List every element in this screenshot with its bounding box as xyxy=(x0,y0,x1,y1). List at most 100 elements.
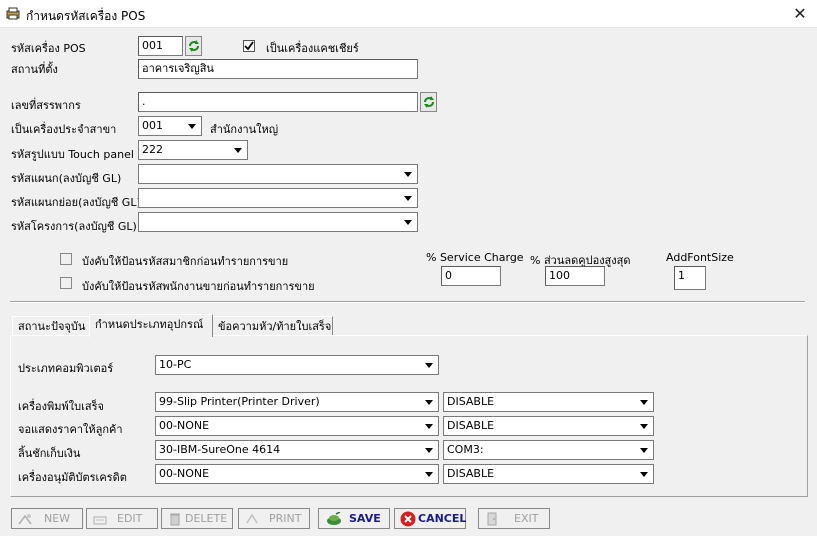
trash-icon xyxy=(170,513,180,526)
chevron-down-icon[interactable] xyxy=(422,466,437,482)
exit-button[interactable]: EXIT xyxy=(478,508,550,529)
new-button-label: NEW xyxy=(44,512,71,525)
computer-type-select-value: 10-PC xyxy=(159,358,192,371)
cashier-machine-label: เป็นเครื่องแคชเชียร์ xyxy=(266,42,359,55)
branch-select-value: 001 xyxy=(142,119,163,132)
print-icon xyxy=(246,513,258,524)
add-font-size-label: AddFontSize xyxy=(666,251,734,264)
receipt-printer-port-select[interactable]: DISABLE xyxy=(443,392,654,412)
print-button-label: PRINT xyxy=(269,512,302,525)
computer-type-select[interactable]: 10-PC xyxy=(155,355,439,375)
sub-department-select[interactable] xyxy=(138,188,418,208)
chevron-down-icon[interactable] xyxy=(422,394,437,410)
tax-no-label: เลขที่สรรพากร xyxy=(11,99,81,112)
touch-panel-select-value: 222 xyxy=(142,143,163,156)
branch-label: เป็นเครื่องประจำสาขา xyxy=(11,123,117,136)
new-button[interactable]: NEW xyxy=(11,508,83,529)
computer-type-label: ประเภทคอมพิวเตอร์ xyxy=(18,362,114,375)
chevron-down-icon[interactable] xyxy=(422,357,437,373)
chevron-down-icon[interactable] xyxy=(422,442,437,458)
chevron-down-icon[interactable] xyxy=(231,142,246,158)
save-button[interactable]: SAVE xyxy=(318,508,390,529)
refresh-icon xyxy=(424,96,434,108)
app-icon xyxy=(6,7,20,20)
cash-drawer-select[interactable]: 30-IBM-SureOne 4614 xyxy=(155,440,439,460)
credit-terminal-select[interactable]: 00-NONE xyxy=(155,464,439,484)
credit-terminal-label: เครื่องอนุมัติบัตรเครดิต xyxy=(18,471,127,484)
require-salesperson-label: บังคับให้ป้อนรหัสพนักงานขายก่อนทำรายการข… xyxy=(82,280,315,293)
tax-no-input[interactable]: . xyxy=(138,92,418,112)
customer-display-select-value: 00-NONE xyxy=(159,419,210,432)
customer-display-select[interactable]: 00-NONE xyxy=(155,416,439,436)
receipt-printer-select-value: 99-Slip Printer(Printer Driver) xyxy=(159,395,320,408)
pos-code-label: รหัสเครื่อง POS xyxy=(11,42,86,55)
location-input[interactable]: อาคารเจริญสิน xyxy=(138,59,418,79)
close-icon[interactable]: ✕ xyxy=(786,3,814,25)
credit-terminal-port-select[interactable]: DISABLE xyxy=(443,464,654,484)
chevron-down-icon[interactable] xyxy=(637,418,652,434)
branch-select[interactable]: 001 xyxy=(138,116,202,136)
tab-device-types[interactable]: กำหนดประเภทอุปกรณ์ xyxy=(89,314,213,337)
chevron-down-icon[interactable] xyxy=(401,214,416,230)
cashier-machine-checkbox[interactable] xyxy=(243,40,255,52)
receipt-printer-select[interactable]: 99-Slip Printer(Printer Driver) xyxy=(155,392,439,412)
cash-drawer-port-select[interactable]: COM3: xyxy=(443,440,654,460)
cash-drawer-select-value: 30-IBM-SureOne 4614 xyxy=(159,443,281,456)
tab-current-status[interactable]: สถานะปัจจุบัน xyxy=(12,316,90,337)
credit-terminal-select-value: 00-NONE xyxy=(159,467,210,480)
chevron-down-icon[interactable] xyxy=(422,418,437,434)
add-font-size-input[interactable]: 1 xyxy=(674,266,706,290)
receipt-printer-port-value: DISABLE xyxy=(447,395,495,408)
exit-button-label: EXIT xyxy=(514,512,539,525)
sub-department-label: รหัสแผนกย่อย(ลงบัญชี GL) xyxy=(11,196,141,209)
edit-button-label: EDIT xyxy=(117,512,143,525)
new-icon xyxy=(18,514,32,525)
edit-icon xyxy=(93,516,107,525)
branch-name: สำนักงานใหญ่ xyxy=(210,123,279,136)
department-select[interactable] xyxy=(138,164,418,184)
cash-drawer-port-value: COM3: xyxy=(447,443,484,456)
customer-display-port-value: DISABLE xyxy=(447,419,495,432)
delete-button-label: DELETE xyxy=(185,512,228,525)
title-bar: กำหนดรหัสเครื่อง POS ✕ xyxy=(0,0,817,28)
save-icon xyxy=(327,512,341,525)
tax-no-refresh-button[interactable] xyxy=(420,92,437,112)
pos-code-input[interactable]: 001 xyxy=(138,36,183,56)
chevron-down-icon[interactable] xyxy=(401,166,416,182)
cancel-button[interactable]: CANCEL xyxy=(394,508,466,529)
chevron-down-icon[interactable] xyxy=(637,466,652,482)
tab-receipt-header-footer[interactable]: ข้อความหัว/ท้ายใบเสร็จ xyxy=(212,316,333,337)
project-label: รหัสโครงการ(ลงบัญชี GL) xyxy=(11,220,137,233)
delete-button[interactable]: DELETE xyxy=(161,508,233,529)
location-label: สถานที่ตั้ง xyxy=(11,63,58,76)
require-member-label: บังคับให้ป้อนรหัสสมาชิกก่อนทำรายการขาย xyxy=(82,255,289,268)
save-button-label: SAVE xyxy=(349,512,381,525)
cancel-icon xyxy=(400,511,416,527)
service-charge-label: % Service Charge xyxy=(426,251,524,264)
chevron-down-icon[interactable] xyxy=(401,190,416,206)
pos-code-refresh-button[interactable] xyxy=(185,36,202,56)
print-button[interactable]: PRINT xyxy=(238,508,310,529)
refresh-icon xyxy=(189,40,199,52)
cash-drawer-label: ลิ้นชักเก็บเงิน xyxy=(18,447,81,460)
credit-terminal-port-value: DISABLE xyxy=(447,467,495,480)
customer-display-port-select[interactable]: DISABLE xyxy=(443,416,654,436)
chevron-down-icon[interactable] xyxy=(637,394,652,410)
window-title: กำหนดรหัสเครื่อง POS xyxy=(26,9,146,23)
customer-display-label: จอแสดงราคาให้ลูกค้า xyxy=(18,423,123,436)
section-divider xyxy=(10,301,805,303)
touch-panel-select[interactable]: 222 xyxy=(138,140,248,160)
service-charge-input[interactable]: 0 xyxy=(441,266,501,286)
require-salesperson-checkbox[interactable] xyxy=(60,277,72,289)
edit-button[interactable]: EDIT xyxy=(86,508,158,529)
checkmark-icon xyxy=(244,41,254,51)
receipt-printer-label: เครื่องพิมพ์ใบเสร็จ xyxy=(18,400,104,413)
require-member-checkbox[interactable] xyxy=(60,253,72,265)
chevron-down-icon[interactable] xyxy=(185,118,200,134)
department-label: รหัสแผนก(ลงบัญชี GL) xyxy=(11,172,122,185)
max-discount-input[interactable]: 100 xyxy=(545,266,605,286)
project-select[interactable] xyxy=(138,212,418,232)
cancel-button-label: CANCEL xyxy=(418,512,467,525)
touch-panel-label: รหัสรูปแบบ Touch panel xyxy=(11,148,134,161)
chevron-down-icon[interactable] xyxy=(637,442,652,458)
